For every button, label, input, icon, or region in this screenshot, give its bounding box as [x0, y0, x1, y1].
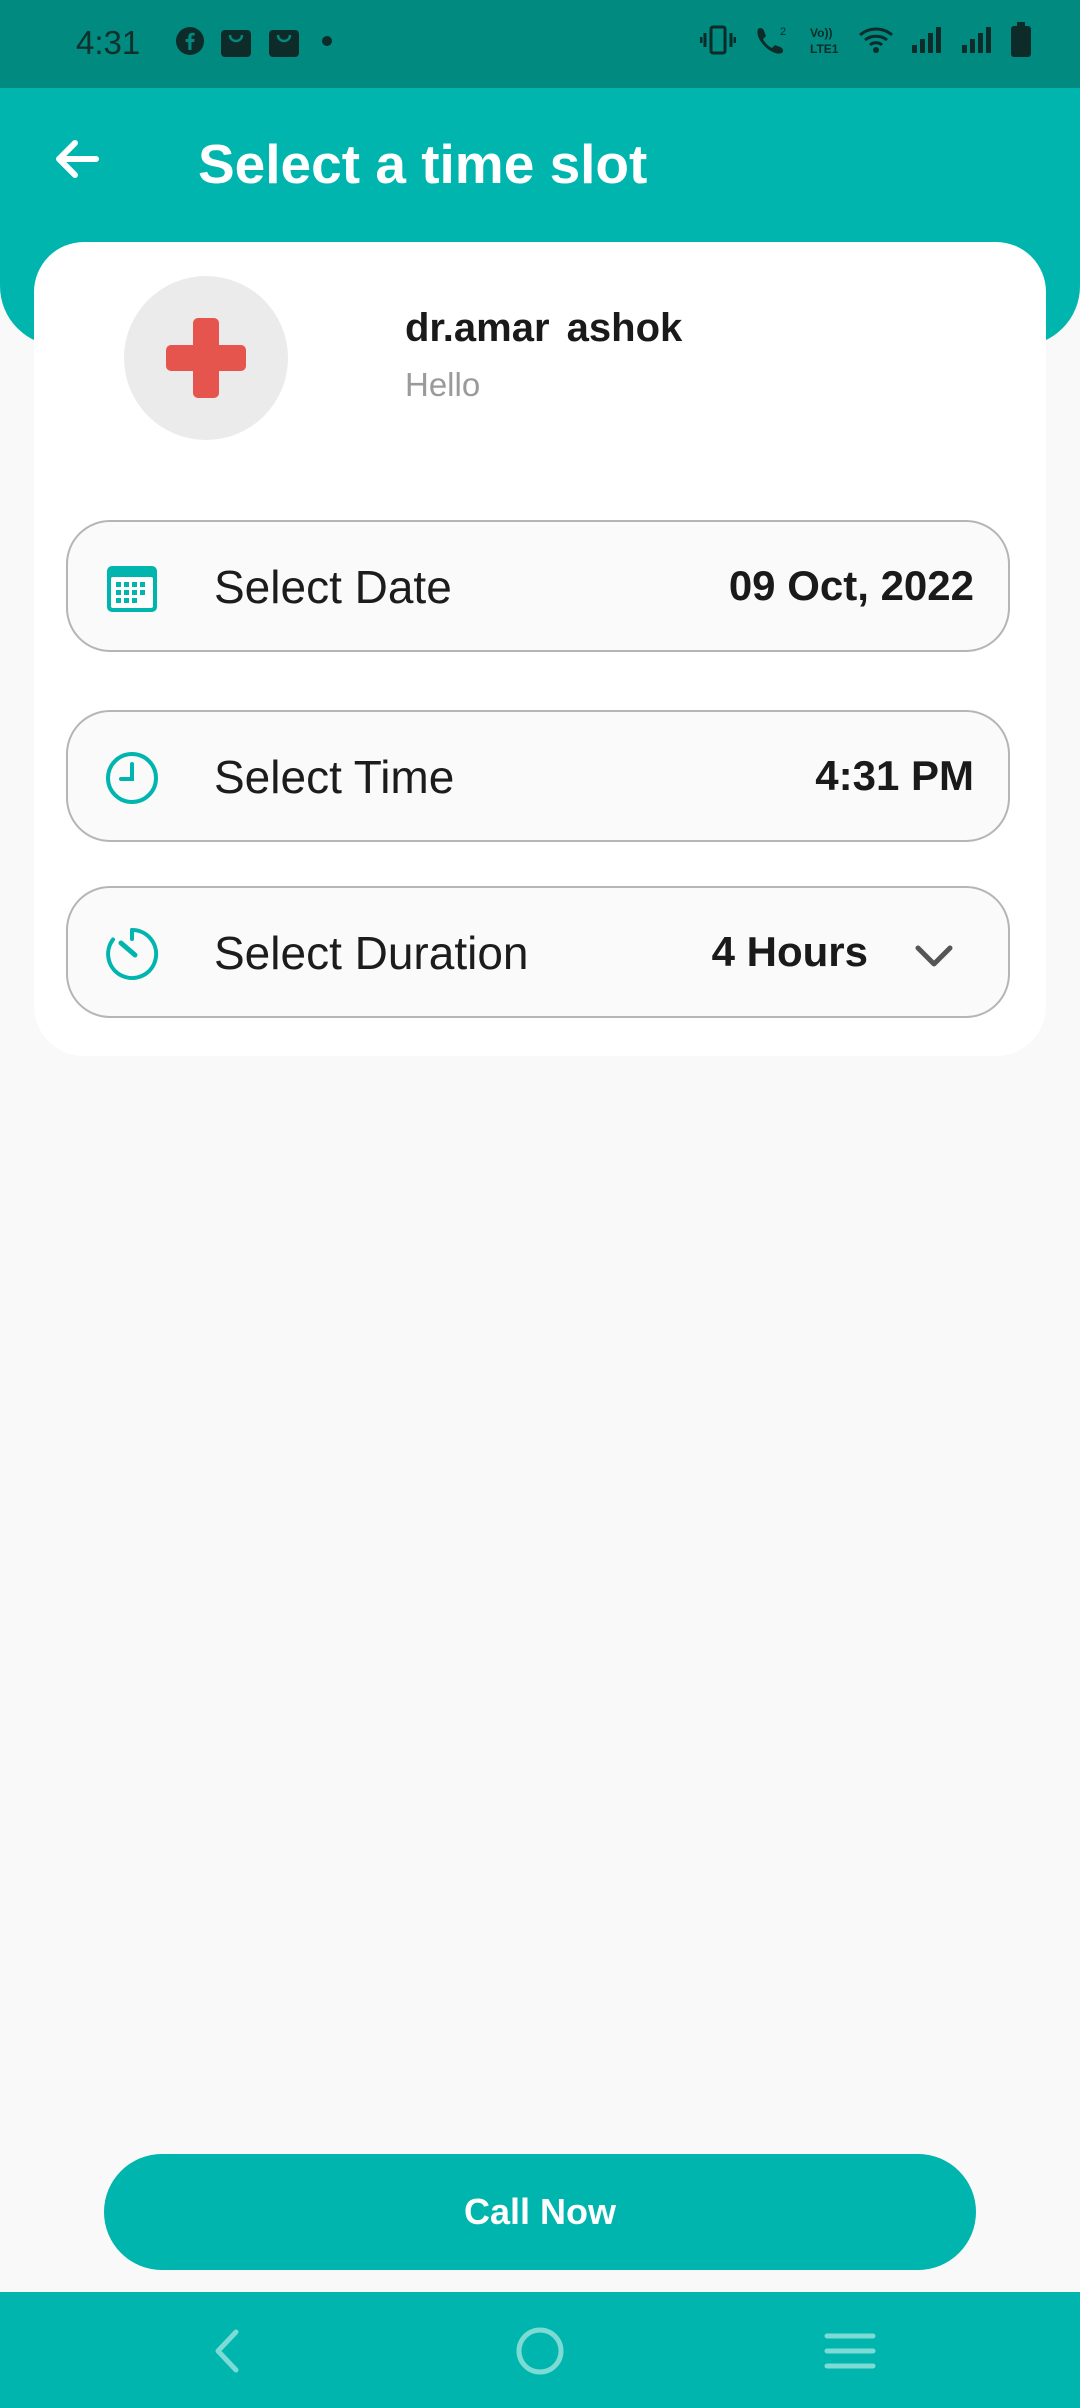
- svg-text:Vo)): Vo)): [810, 26, 832, 40]
- select-time-field[interactable]: Select Time 4:31 PM: [66, 710, 1010, 842]
- timer-icon: [106, 927, 159, 980]
- select-duration-label: Select Duration: [214, 927, 529, 979]
- back-button[interactable]: [46, 128, 108, 190]
- back-icon[interactable]: [202, 2324, 256, 2378]
- clock-icon: [106, 752, 158, 804]
- navigation-bar: [0, 2292, 1080, 2408]
- volte-icon: Vo)) LTE1: [810, 26, 839, 56]
- avatar: [124, 276, 288, 440]
- status-bar: 4:31 2 Vo)) LTE1: [0, 0, 1080, 88]
- select-duration-field[interactable]: Select Duration 4 Hours: [66, 886, 1010, 1018]
- shopping-bag-icon: [221, 30, 251, 57]
- chevron-down-icon[interactable]: [912, 934, 956, 978]
- select-date-value: 09 Oct, 2022: [728, 562, 974, 609]
- medical-cross-icon: [166, 318, 246, 398]
- home-icon[interactable]: [513, 2324, 567, 2378]
- select-time-label: Select Time: [214, 751, 455, 803]
- battery-icon: [1011, 22, 1031, 57]
- status-right-icons: 2 Vo)) LTE1: [700, 22, 1032, 58]
- doctor-card: dr.amar ashok Hello Select Date 09 Oct, …: [34, 242, 1046, 1056]
- call-now-button[interactable]: Call Now: [104, 2154, 976, 2270]
- status-time: 4:31: [76, 24, 141, 61]
- select-duration-value: 4 Hours: [711, 928, 868, 975]
- signal-icon: [912, 27, 941, 53]
- svg-text:2: 2: [780, 26, 786, 38]
- vibrate-icon: [700, 25, 736, 55]
- facebook-icon: [176, 27, 204, 55]
- shopping-bag-icon: [269, 30, 299, 57]
- arrow-left-icon: [56, 140, 99, 178]
- page-title: Select a time slot: [198, 133, 648, 195]
- doctor-name: dr.amar ashok: [405, 306, 683, 350]
- svg-text:LTE1: LTE1: [810, 42, 839, 56]
- select-time-value: 4:31 PM: [815, 752, 974, 799]
- select-date-field[interactable]: Select Date 09 Oct, 2022: [66, 520, 1010, 652]
- calendar-icon: [107, 566, 157, 612]
- signal-icon: [962, 27, 991, 53]
- wifi-call-icon: 2: [757, 26, 786, 54]
- doctor-subtitle: Hello: [405, 366, 481, 403]
- dot-icon: [322, 36, 332, 46]
- menu-icon[interactable]: [823, 2324, 877, 2378]
- select-date-label: Select Date: [214, 561, 452, 613]
- wifi-icon: [859, 27, 893, 53]
- status-left-icons: [175, 24, 339, 58]
